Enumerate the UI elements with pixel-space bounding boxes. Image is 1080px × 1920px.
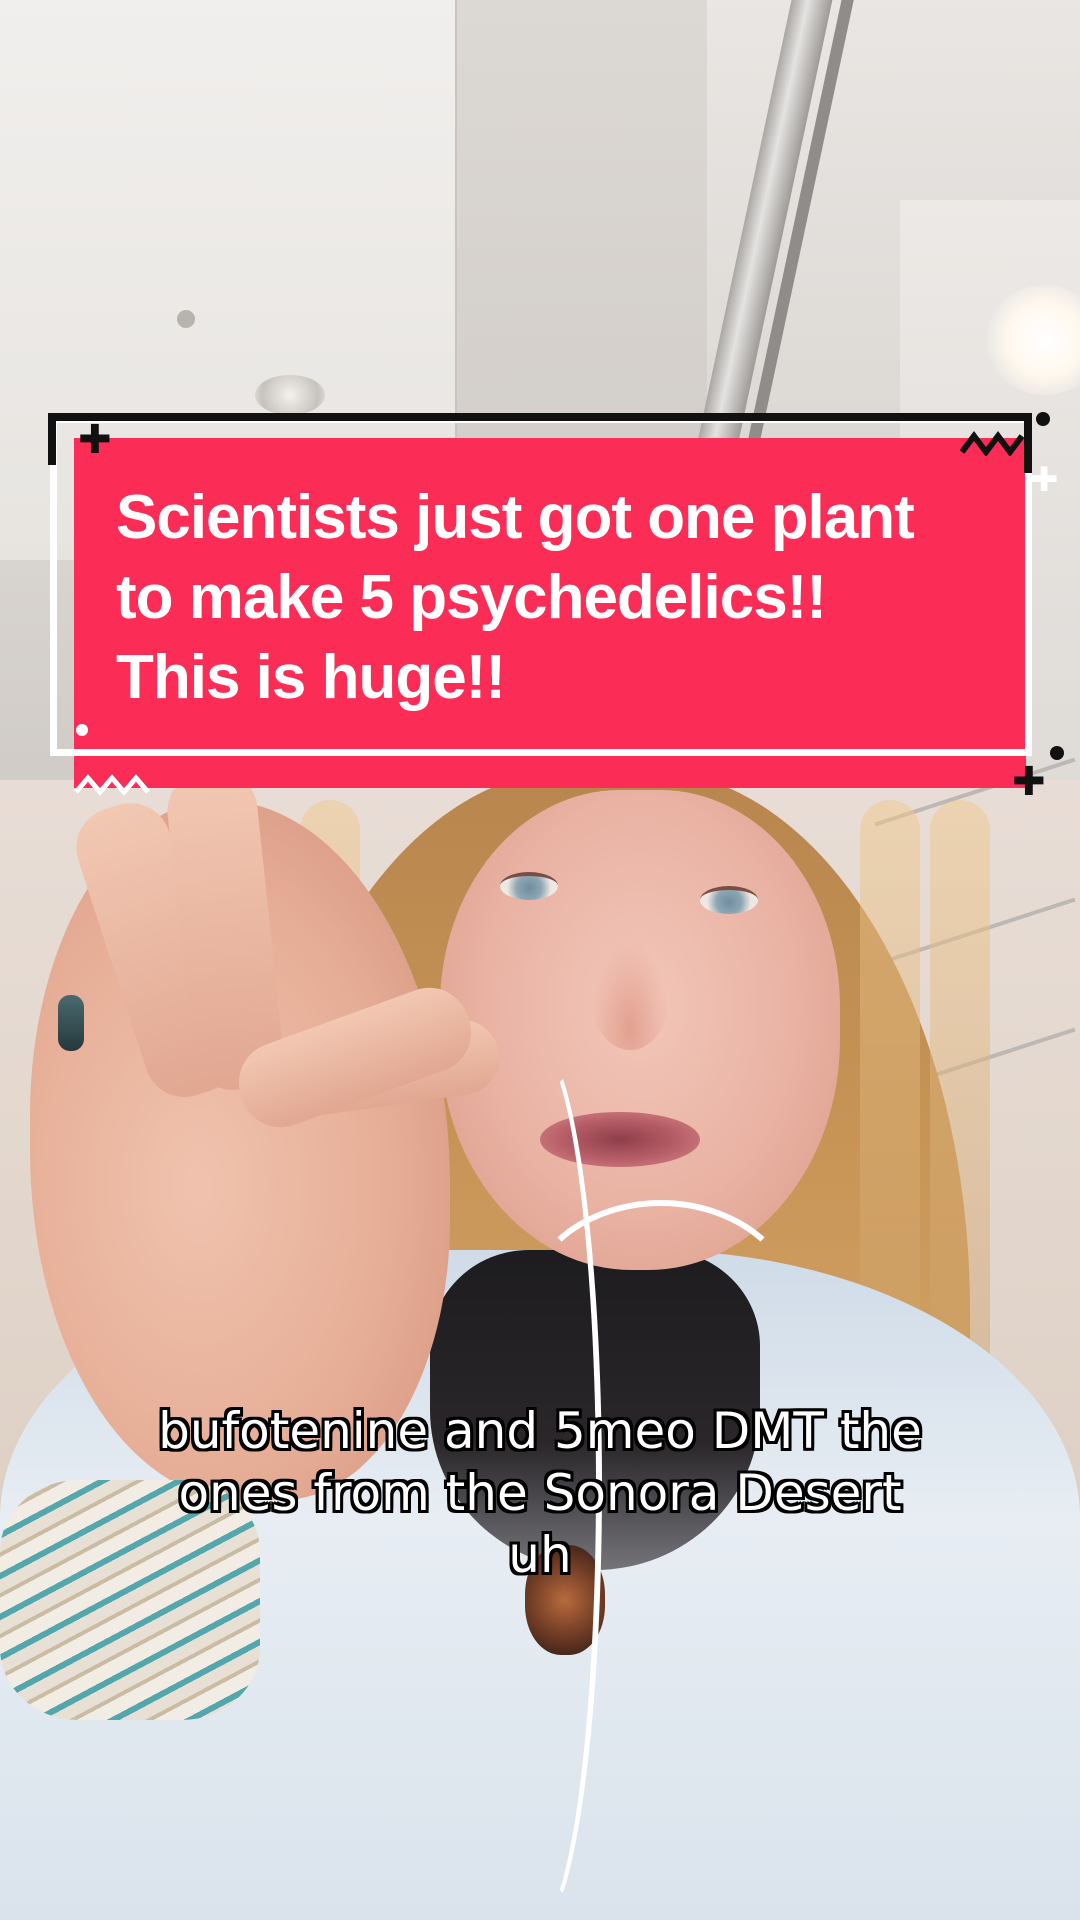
- caption-line: uh: [508, 1526, 572, 1584]
- ring: [58, 995, 84, 1051]
- caption-line: bufotenine and 5meo DMT the: [158, 1402, 922, 1460]
- title-line: to make 5 psychedelics!!: [116, 563, 827, 632]
- dot-icon: [1050, 746, 1064, 760]
- title-card-leftbar: [48, 413, 56, 465]
- dot-icon: [1036, 412, 1050, 426]
- zigzag-icon: [960, 431, 1025, 456]
- title-line: Scientists just got one plant: [116, 483, 915, 552]
- plus-icon: ✚: [78, 417, 112, 463]
- title-text: Scientists just got one plant to make 5 …: [116, 478, 996, 718]
- plus-icon: ✚: [1012, 759, 1046, 805]
- caption-line: ones from the Sonora Desert: [178, 1464, 902, 1522]
- earphone-cord: [520, 1200, 802, 1432]
- title-line: This is huge!!: [116, 643, 506, 712]
- right-eye: [700, 886, 758, 914]
- nose: [590, 940, 670, 1050]
- ceiling-dot: [177, 310, 195, 328]
- zigzag-icon: [74, 774, 150, 796]
- title-card-topbar: [48, 413, 1032, 421]
- plus-icon: ✚: [1030, 460, 1059, 500]
- left-eye: [500, 872, 558, 900]
- subtitle-caption: bufotenine and 5meo DMT the ones from th…: [60, 1400, 1020, 1586]
- dot-icon: [76, 724, 88, 736]
- video-frame: ✚ ✚ ✚ Scientists just got one plant to m…: [0, 0, 1080, 1920]
- ceiling-fixture: [255, 375, 325, 415]
